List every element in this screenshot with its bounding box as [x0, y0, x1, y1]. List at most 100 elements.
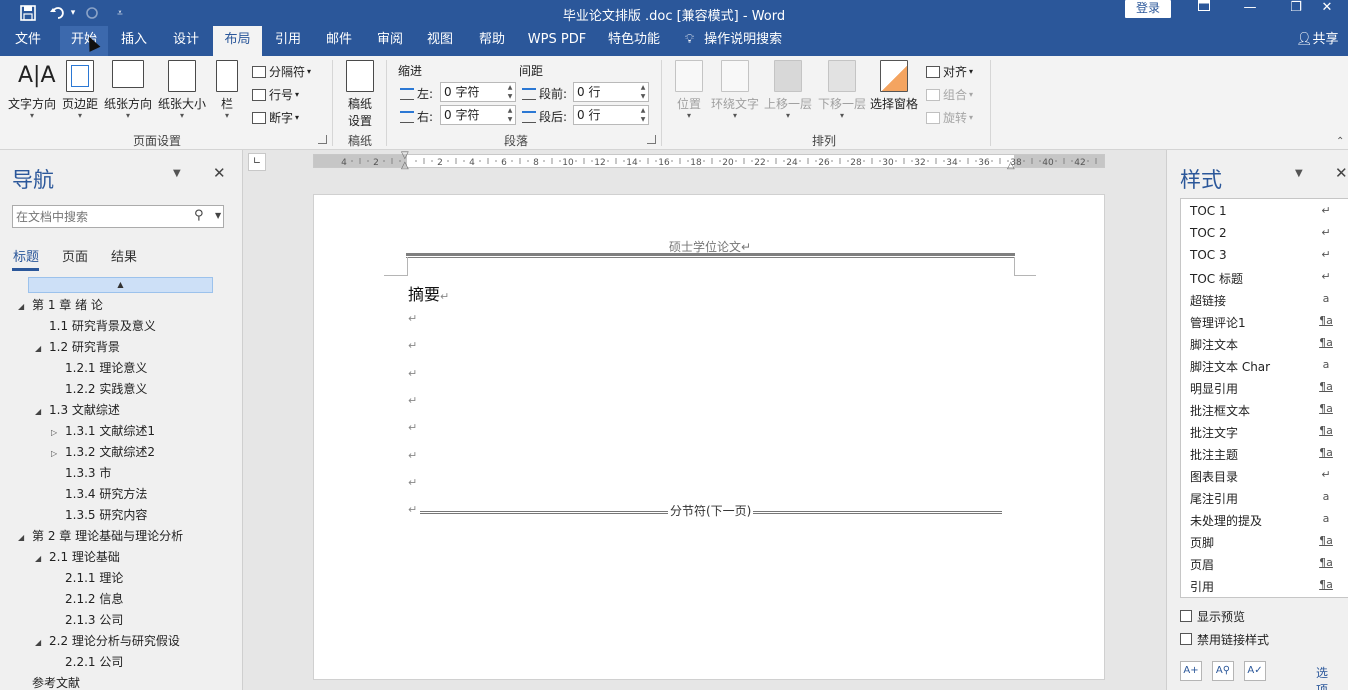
- new-style-icon[interactable]: A+: [1180, 661, 1202, 681]
- right-indent-icon[interactable]: △: [1007, 160, 1015, 171]
- show-preview-checkbox[interactable]: [1180, 610, 1192, 622]
- spinner-arrows-icon[interactable]: ▲ ▼: [638, 106, 648, 124]
- spinner-arrows-icon[interactable]: ▲ ▼: [505, 83, 515, 101]
- scroll-up-icon[interactable]: ▲: [28, 277, 213, 293]
- nav-heading-item[interactable]: 1.1 研究背景及意义: [35, 317, 156, 334]
- nav-tab-pages[interactable]: 页面: [62, 246, 88, 265]
- breaks-button[interactable]: 分隔符 ▾: [252, 63, 311, 80]
- nav-heading-item[interactable]: 2.1.1 理论: [51, 569, 123, 586]
- manage-styles-icon[interactable]: A✓: [1244, 661, 1266, 681]
- paragraph-launcher-icon[interactable]: [647, 135, 656, 144]
- navigation-search-input[interactable]: [13, 206, 183, 227]
- ribbon-display-icon[interactable]: [1182, 0, 1226, 18]
- style-item[interactable]: 图表目录 ↵: [1181, 464, 1348, 486]
- nav-heading-item[interactable]: ▷ 1.3.2 文献综述2: [51, 443, 155, 460]
- tab-view[interactable]: 视图: [418, 26, 462, 56]
- nav-heading-item[interactable]: ▷ 1.3.1 文献综述1: [51, 422, 155, 439]
- margins-button[interactable]: 页边距 ▾: [62, 60, 98, 120]
- style-item[interactable]: TOC 1 ↵: [1181, 200, 1348, 222]
- style-inspector-icon[interactable]: A⚲: [1212, 661, 1234, 681]
- collapse-icon[interactable]: ◢: [35, 344, 49, 353]
- style-item[interactable]: 页眉 ¶a: [1181, 552, 1348, 574]
- nav-heading-item[interactable]: 2.1.3 公司: [51, 611, 123, 628]
- nav-tab-results[interactable]: 结果: [111, 246, 137, 265]
- nav-heading-item[interactable]: 1.2.1 理论意义: [51, 359, 147, 376]
- collapse-icon[interactable]: ◢: [18, 302, 32, 311]
- indent-right-input[interactable]: 0 字符 ▲ ▼: [440, 105, 516, 125]
- style-item[interactable]: 管理评论1 ¶a: [1181, 310, 1348, 332]
- line-numbers-button[interactable]: 行号 ▾: [252, 86, 299, 103]
- pane-options-icon[interactable]: ▼: [173, 168, 181, 179]
- close-icon[interactable]: ✕: [213, 164, 226, 182]
- expand-icon[interactable]: ▷: [51, 449, 65, 458]
- pane-options-icon[interactable]: ▼: [1295, 168, 1303, 179]
- share-button[interactable]: 👤︎共享: [1296, 26, 1339, 56]
- hyphenation-button[interactable]: 断字 ▾: [252, 109, 299, 126]
- spinner-arrows-icon[interactable]: ▲ ▼: [505, 106, 515, 124]
- align-button[interactable]: 对齐 ▾: [926, 63, 973, 80]
- nav-heading-item[interactable]: 2.1.2 信息: [51, 590, 123, 607]
- abstract-heading[interactable]: 摘要↵: [408, 281, 449, 305]
- collapse-ribbon-icon[interactable]: ⌃: [1336, 136, 1344, 147]
- style-item[interactable]: 批注框文本 ¶a: [1181, 398, 1348, 420]
- nav-heading-item[interactable]: 1.3.4 研究方法: [51, 485, 147, 502]
- orientation-button[interactable]: 纸张方向 ▾: [104, 60, 152, 120]
- tab-file[interactable]: 文件: [6, 26, 50, 56]
- style-item[interactable]: TOC 标题 ↵: [1181, 266, 1348, 288]
- nav-heading-item[interactable]: ◢ 第 1 章 绪 论: [18, 296, 103, 313]
- nav-heading-item[interactable]: 1.3.3 市: [51, 464, 111, 481]
- tell-me-search[interactable]: 💡︎ 操作说明搜索: [685, 26, 782, 56]
- nav-heading-item[interactable]: ◢ 1.3 文献综述: [35, 401, 120, 418]
- style-item[interactable]: TOC 2 ↵: [1181, 222, 1348, 244]
- style-item[interactable]: 超链接 a: [1181, 288, 1348, 310]
- horizontal-ruler[interactable]: 4 2 2 4 6 8 10 12 14 16 18 20 22 24 26 28 30 32 34 36 38 40 42: [313, 154, 1105, 168]
- tab-special-features[interactable]: 特色功能: [600, 26, 668, 56]
- tab-references[interactable]: 引用: [266, 26, 310, 56]
- style-item[interactable]: 脚注文本 Char a: [1181, 354, 1348, 376]
- manuscript-settings-button[interactable]: 稿纸 设置: [346, 60, 374, 129]
- nav-heading-item[interactable]: 1.3.5 研究内容: [51, 506, 147, 523]
- tab-insert[interactable]: 插入: [112, 26, 156, 56]
- search-icon[interactable]: ⚲: [194, 208, 204, 223]
- tab-mailings[interactable]: 邮件: [317, 26, 361, 56]
- close-button[interactable]: ✕: [1306, 0, 1348, 18]
- style-item[interactable]: 批注文字 ¶a: [1181, 420, 1348, 442]
- nav-tab-headings[interactable]: 标题: [13, 246, 39, 265]
- tab-help[interactable]: 帮助: [470, 26, 514, 56]
- disable-linked-styles-checkbox[interactable]: [1180, 633, 1192, 645]
- expand-icon[interactable]: ▷: [51, 428, 65, 437]
- style-item[interactable]: 脚注文本 ¶a: [1181, 332, 1348, 354]
- document-page[interactable]: 硕士学位论文↵ 摘要↵ ↵ ↵ ↵ ↵ ↵ ↵ ↵ ↵ 分节符(下一页): [313, 194, 1105, 680]
- nav-heading-item[interactable]: ◢ 1.2 研究背景: [35, 338, 120, 355]
- nav-heading-item[interactable]: 1.2.2 实践意义: [51, 380, 147, 397]
- style-item[interactable]: 尾注引用 a: [1181, 486, 1348, 508]
- tab-design[interactable]: 设计: [164, 26, 208, 56]
- style-item[interactable]: 引用 ¶a: [1181, 574, 1348, 596]
- collapse-icon[interactable]: ◢: [18, 533, 32, 542]
- text-direction-button[interactable]: A|A 文字方向 ▾: [8, 60, 56, 120]
- first-line-indent-icon[interactable]: ▽ △: [401, 151, 409, 171]
- chevron-down-icon[interactable]: ▼: [215, 211, 221, 220]
- size-button[interactable]: 纸张大小 ▾: [158, 60, 206, 120]
- nav-heading-item[interactable]: ◢ 2.2 理论分析与研究假设: [35, 632, 180, 649]
- columns-button[interactable]: 栏 ▾: [216, 60, 238, 120]
- close-icon[interactable]: ✕: [1335, 164, 1348, 182]
- style-item[interactable]: 未处理的提及 a: [1181, 508, 1348, 530]
- collapse-icon[interactable]: ◢: [35, 554, 49, 563]
- style-item[interactable]: 页脚 ¶a: [1181, 530, 1348, 552]
- tab-wps-pdf[interactable]: WPS PDF: [522, 26, 592, 56]
- minimize-button[interactable]: —: [1228, 0, 1272, 18]
- nav-heading-item[interactable]: 2.2.1 公司: [51, 653, 123, 670]
- nav-heading-item[interactable]: 参考文献: [18, 674, 80, 690]
- style-item[interactable]: 批注主题 ¶a: [1181, 442, 1348, 464]
- spacing-before-input[interactable]: 0 行 ▲ ▼: [573, 82, 649, 102]
- selection-pane-button[interactable]: 选择窗格: [870, 60, 918, 112]
- collapse-icon[interactable]: ◢: [35, 407, 49, 416]
- style-item[interactable]: TOC 3 ↵: [1181, 244, 1348, 266]
- nav-heading-item[interactable]: ◢ 第 2 章 理论基础与理论分析: [18, 527, 183, 544]
- spacing-after-input[interactable]: 0 行 ▲ ▼: [573, 105, 649, 125]
- spinner-arrows-icon[interactable]: ▲ ▼: [638, 83, 648, 101]
- navigation-search[interactable]: ⚲ ▼: [12, 205, 224, 228]
- tab-selector-icon[interactable]: ∟: [248, 153, 266, 171]
- indent-left-input[interactable]: 0 字符 ▲ ▼: [440, 82, 516, 102]
